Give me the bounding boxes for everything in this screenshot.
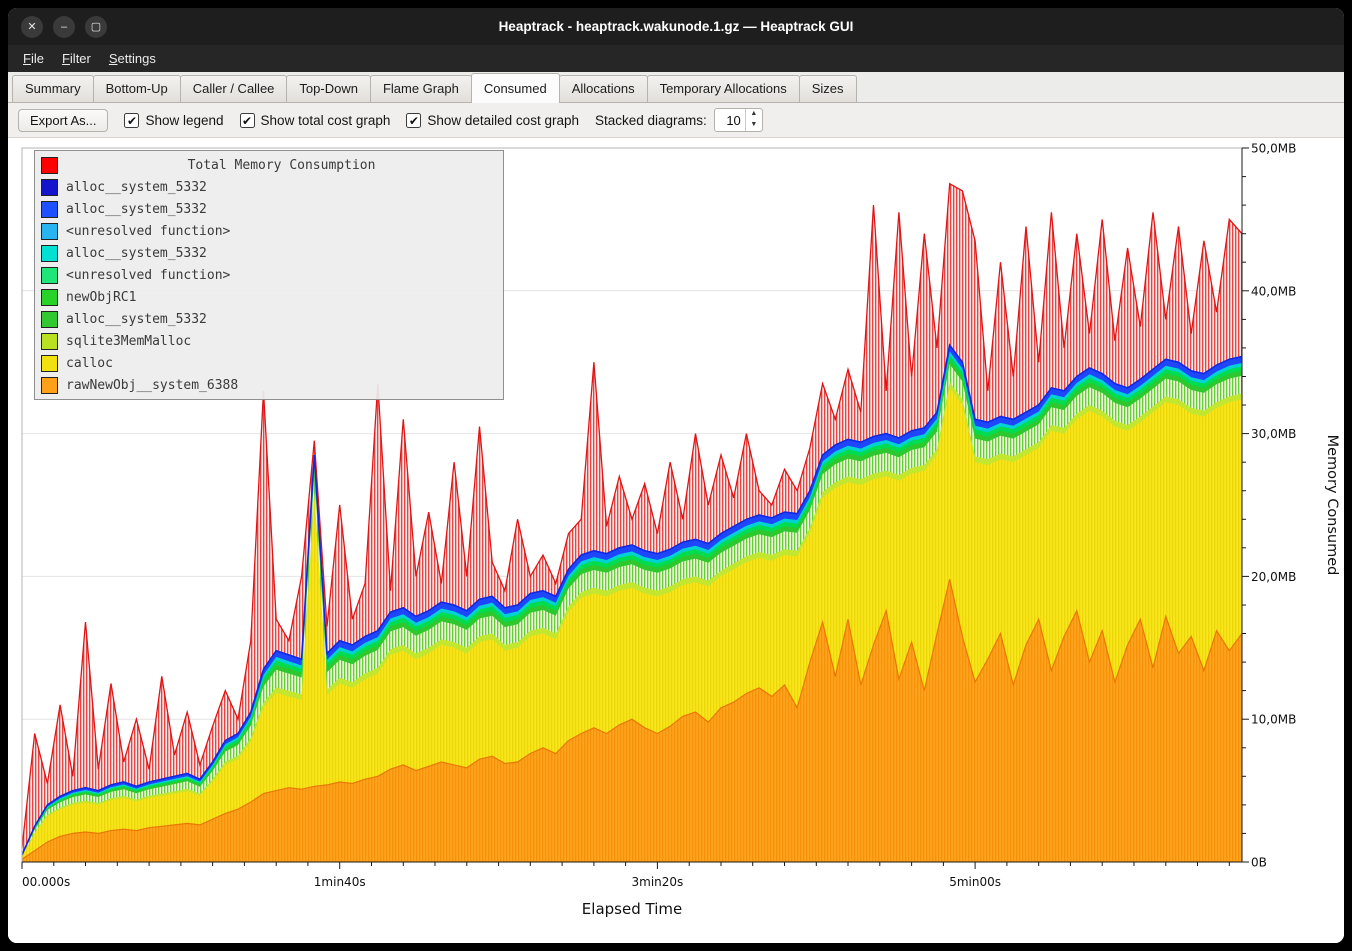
spinner-down-icon[interactable]: ▼ — [746, 120, 762, 131]
legend-swatch — [41, 355, 58, 372]
heaptrack-window: ✕ – ▢ Heaptrack - heaptrack.wakunode.1.gz … — [8, 8, 1344, 943]
checkmark-icon: ✔ — [124, 113, 139, 128]
x-axis-title: Elapsed Time — [582, 900, 682, 918]
spinner-arrows: ▲ ▼ — [745, 109, 762, 131]
tab-summary[interactable]: Summary — [12, 75, 94, 102]
stacked-diagrams-control: Stacked diagrams: 10 ▲ ▼ — [595, 108, 763, 132]
export-as-button[interactable]: Export As... — [18, 109, 108, 132]
maximize-icon: ▢ — [91, 20, 101, 33]
x-tick-label: 5min00s — [949, 875, 1001, 889]
y-axis-title: Memory Consumed — [1324, 435, 1340, 576]
close-button[interactable]: ✕ — [21, 16, 43, 38]
legend-item-label: rawNewObj__system_6388 — [66, 378, 238, 393]
x-tick-label: 3min20s — [632, 875, 684, 889]
checkbox-label: Show total cost graph — [261, 113, 391, 128]
legend-item-label: alloc__system_5332 — [66, 312, 207, 327]
legend-swatch — [41, 377, 58, 394]
minimize-button[interactable]: – — [53, 16, 75, 38]
close-icon: ✕ — [27, 20, 36, 33]
stacked-diagrams-spinner[interactable]: 10 ▲ ▼ — [714, 108, 763, 132]
legend-swatch — [41, 289, 58, 306]
legend-item: <unresolved function> — [41, 220, 497, 242]
legend-title: Total Memory Consumption — [66, 158, 497, 173]
stacked-diagrams-value[interactable]: 10 — [715, 109, 745, 131]
legend-item: rawNewObj__system_6388 — [41, 374, 497, 396]
minimize-icon: – — [61, 21, 67, 33]
legend-swatch — [41, 223, 58, 240]
window-controls: ✕ – ▢ — [21, 16, 107, 38]
legend-title-row: Total Memory Consumption — [41, 154, 497, 176]
legend-item-label: calloc — [66, 356, 113, 371]
toolbar: Export As... ✔ Show legend ✔ Show total … — [8, 103, 1344, 137]
tab-flame-graph[interactable]: Flame Graph — [370, 75, 472, 102]
checkbox-label: Show legend — [145, 113, 223, 128]
tab-allocations[interactable]: Allocations — [559, 75, 648, 102]
legend-swatch — [41, 333, 58, 350]
legend-item: alloc__system_5332 — [41, 242, 497, 264]
legend-swatch — [41, 179, 58, 196]
menu-file[interactable]: File — [14, 47, 53, 70]
legend-item-label: alloc__system_5332 — [66, 180, 207, 195]
legend-item: alloc__system_5332 — [41, 308, 497, 330]
tab-consumed[interactable]: Consumed — [471, 73, 560, 103]
menubar: FileFilterSettings — [8, 45, 1344, 72]
checkbox-label: Show detailed cost graph — [427, 113, 579, 128]
legend-item-label: <unresolved function> — [66, 224, 230, 239]
legend-item: alloc__system_5332 — [41, 176, 497, 198]
legend-item-label: <unresolved function> — [66, 268, 230, 283]
y-tick-label: 10,0MB — [1251, 713, 1296, 727]
checkmark-icon: ✔ — [240, 113, 255, 128]
legend-item-label: sqlite3MemMalloc — [66, 334, 191, 349]
legend-item: newObjRC1 — [41, 286, 497, 308]
spinner-up-icon[interactable]: ▲ — [746, 109, 762, 120]
y-tick-label: 0B — [1251, 856, 1267, 870]
legend-swatch — [41, 201, 58, 218]
legend-swatch-total — [41, 157, 58, 174]
legend-item: alloc__system_5332 — [41, 198, 497, 220]
tab-top-down[interactable]: Top-Down — [286, 75, 371, 102]
legend-item-label: alloc__system_5332 — [66, 202, 207, 217]
legend-item: calloc — [41, 352, 497, 374]
consumed-chart-panel: 00.000s 1min40s 3min20s 5min00s 0B 10,0MB 20,0… — [8, 137, 1344, 943]
tab-sizes[interactable]: Sizes — [799, 75, 857, 102]
legend-item-label: alloc__system_5332 — [66, 246, 207, 261]
y-tick-label: 40,0MB — [1251, 284, 1296, 298]
legend-swatch — [41, 311, 58, 328]
chart-legend: Total Memory Consumption alloc__system_5… — [34, 150, 504, 400]
checkmark-icon: ✔ — [406, 113, 421, 128]
legend-item: <unresolved function> — [41, 264, 497, 286]
legend-item: sqlite3MemMalloc — [41, 330, 497, 352]
checkbox-show-total-cost-graph[interactable]: ✔ Show total cost graph — [240, 113, 391, 128]
x-tick-label: 1min40s — [314, 875, 366, 889]
tab-caller-callee[interactable]: Caller / Callee — [180, 75, 288, 102]
menu-filter[interactable]: Filter — [53, 47, 100, 70]
legend-item-label: newObjRC1 — [66, 290, 136, 305]
menu-settings[interactable]: Settings — [100, 47, 165, 70]
stacked-diagrams-label: Stacked diagrams: — [595, 113, 707, 128]
tab-bottom-up[interactable]: Bottom-Up — [93, 75, 181, 102]
legend-swatch — [41, 245, 58, 262]
maximize-button[interactable]: ▢ — [85, 16, 107, 38]
window-title: Heaptrack - heaptrack.wakunode.1.gz — He… — [8, 19, 1344, 34]
checkbox-group: ✔ Show legend ✔ Show total cost graph ✔ … — [124, 113, 579, 128]
y-tick-label: 50,0MB — [1251, 142, 1296, 156]
y-tick-label: 20,0MB — [1251, 570, 1296, 584]
y-tick-label: 30,0MB — [1251, 427, 1296, 441]
titlebar[interactable]: ✕ – ▢ Heaptrack - heaptrack.wakunode.1.gz … — [8, 8, 1344, 45]
legend-swatch — [41, 267, 58, 284]
checkbox-show-legend[interactable]: ✔ Show legend — [124, 113, 223, 128]
tab-temporary-allocations[interactable]: Temporary Allocations — [647, 75, 800, 102]
checkbox-show-detailed-cost-graph[interactable]: ✔ Show detailed cost graph — [406, 113, 579, 128]
tab-bar: SummaryBottom-UpCaller / CalleeTop-DownF… — [8, 72, 1344, 103]
x-tick-label: 00.000s — [22, 875, 70, 889]
